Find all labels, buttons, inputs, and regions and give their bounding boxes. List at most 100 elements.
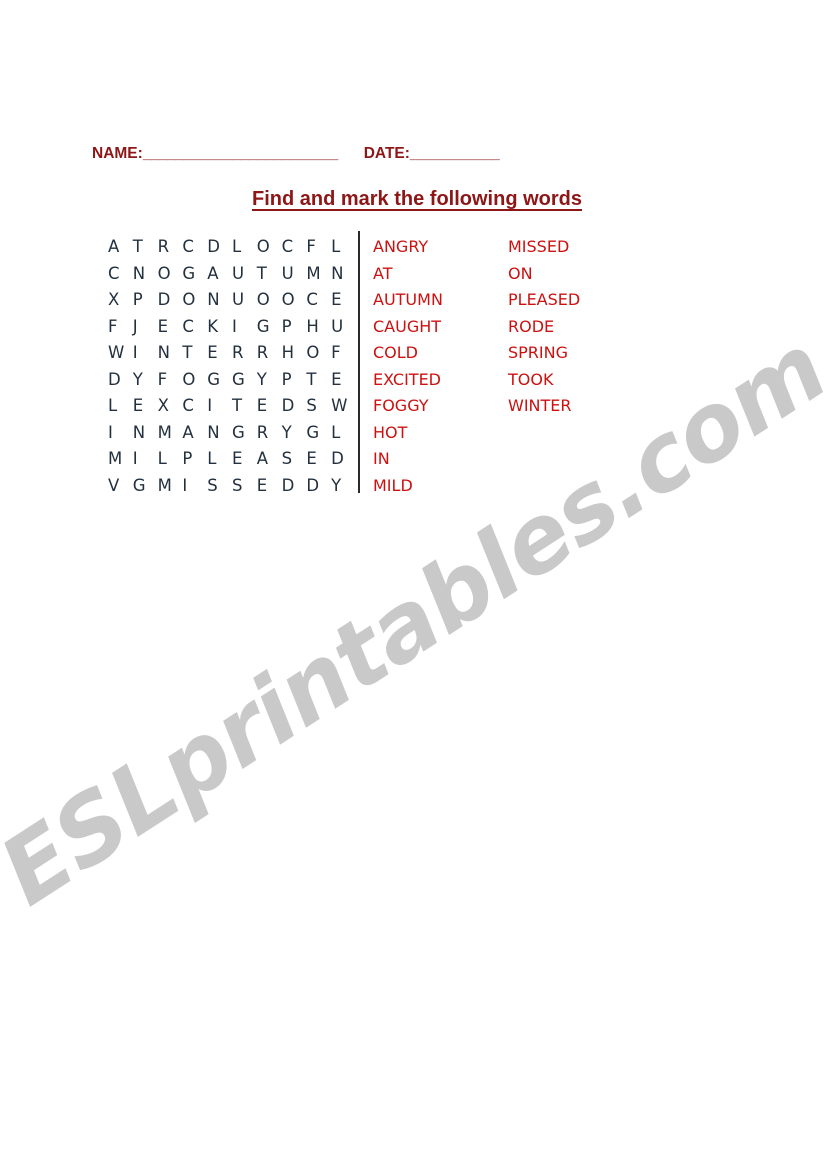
date-input-rule[interactable]: ___________: [410, 145, 500, 162]
grid-letter[interactable]: E: [207, 340, 232, 367]
grid-letter[interactable]: A: [257, 446, 282, 473]
grid-letter[interactable]: N: [207, 287, 232, 314]
grid-letter[interactable]: E: [133, 393, 158, 420]
grid-letter[interactable]: R: [158, 234, 183, 261]
grid-letter[interactable]: L: [108, 393, 133, 420]
grid-letter[interactable]: Y: [331, 473, 356, 500]
grid-letter[interactable]: N: [158, 340, 183, 367]
grid-letter[interactable]: D: [331, 446, 356, 473]
grid-letter[interactable]: L: [158, 446, 183, 473]
grid-letter[interactable]: O: [257, 287, 282, 314]
grid-letter[interactable]: E: [306, 446, 331, 473]
grid-letter[interactable]: O: [182, 287, 207, 314]
word-list-item[interactable]: IN: [373, 446, 508, 473]
grid-letter[interactable]: N: [133, 420, 158, 447]
grid-letter[interactable]: G: [133, 473, 158, 500]
grid-letter[interactable]: E: [331, 367, 356, 394]
word-list-item[interactable]: WINTER: [508, 393, 643, 420]
grid-letter[interactable]: F: [108, 314, 133, 341]
grid-letter[interactable]: E: [257, 473, 282, 500]
grid-letter[interactable]: D: [207, 234, 232, 261]
grid-letter[interactable]: I: [182, 473, 207, 500]
grid-letter[interactable]: O: [306, 340, 331, 367]
grid-letter[interactable]: I: [133, 340, 158, 367]
letter-grid[interactable]: ATRCDLOCFLCNOGAUTUMNXPDONUOOCEFJECKIGPHU…: [108, 234, 356, 499]
grid-letter[interactable]: P: [182, 446, 207, 473]
grid-letter[interactable]: C: [282, 234, 307, 261]
grid-letter[interactable]: T: [232, 393, 257, 420]
grid-letter[interactable]: C: [182, 393, 207, 420]
grid-letter[interactable]: X: [158, 393, 183, 420]
grid-letter[interactable]: Y: [282, 420, 307, 447]
word-list-item[interactable]: TOOK: [508, 367, 643, 394]
word-list-item[interactable]: CAUGHT: [373, 314, 508, 341]
grid-letter[interactable]: C: [182, 314, 207, 341]
grid-letter[interactable]: I: [232, 314, 257, 341]
grid-letter[interactable]: R: [257, 340, 282, 367]
grid-letter[interactable]: A: [207, 261, 232, 288]
grid-letter[interactable]: X: [108, 287, 133, 314]
grid-letter[interactable]: D: [282, 393, 307, 420]
grid-letter[interactable]: O: [282, 287, 307, 314]
word-list-item[interactable]: EXCITED: [373, 367, 508, 394]
grid-letter[interactable]: R: [232, 340, 257, 367]
grid-letter[interactable]: C: [182, 234, 207, 261]
word-list-item[interactable]: AT: [373, 261, 508, 288]
grid-letter[interactable]: T: [306, 367, 331, 394]
grid-letter[interactable]: D: [158, 287, 183, 314]
word-list-item[interactable]: COLD: [373, 340, 508, 367]
grid-letter[interactable]: F: [158, 367, 183, 394]
grid-letter[interactable]: U: [282, 261, 307, 288]
grid-letter[interactable]: N: [331, 261, 356, 288]
grid-letter[interactable]: G: [232, 420, 257, 447]
word-list-item[interactable]: ANGRY: [373, 234, 508, 261]
grid-letter[interactable]: T: [133, 234, 158, 261]
grid-letter[interactable]: M: [158, 420, 183, 447]
grid-letter[interactable]: A: [182, 420, 207, 447]
grid-letter[interactable]: L: [232, 234, 257, 261]
grid-letter[interactable]: I: [108, 420, 133, 447]
grid-letter[interactable]: T: [257, 261, 282, 288]
grid-letter[interactable]: C: [306, 287, 331, 314]
grid-letter[interactable]: U: [331, 314, 356, 341]
grid-letter[interactable]: G: [207, 367, 232, 394]
word-list-item[interactable]: RODE: [508, 314, 643, 341]
word-list-item[interactable]: MILD: [373, 473, 508, 500]
grid-letter[interactable]: G: [257, 314, 282, 341]
grid-letter[interactable]: W: [108, 340, 133, 367]
grid-letter[interactable]: W: [331, 393, 356, 420]
grid-letter[interactable]: C: [108, 261, 133, 288]
grid-letter[interactable]: R: [257, 420, 282, 447]
grid-letter[interactable]: P: [282, 314, 307, 341]
grid-letter[interactable]: M: [108, 446, 133, 473]
grid-letter[interactable]: Y: [257, 367, 282, 394]
grid-letter[interactable]: G: [232, 367, 257, 394]
grid-letter[interactable]: O: [158, 261, 183, 288]
name-input-rule[interactable]: ________________________: [143, 145, 338, 162]
grid-letter[interactable]: F: [331, 340, 356, 367]
grid-letter[interactable]: M: [306, 261, 331, 288]
grid-letter[interactable]: O: [182, 367, 207, 394]
grid-letter[interactable]: S: [306, 393, 331, 420]
grid-letter[interactable]: F: [306, 234, 331, 261]
grid-letter[interactable]: I: [207, 393, 232, 420]
grid-letter[interactable]: S: [232, 473, 257, 500]
word-list-item[interactable]: HOT: [373, 420, 508, 447]
grid-letter[interactable]: P: [282, 367, 307, 394]
word-list-item[interactable]: AUTUMN: [373, 287, 508, 314]
grid-letter[interactable]: H: [282, 340, 307, 367]
grid-letter[interactable]: E: [232, 446, 257, 473]
grid-letter[interactable]: D: [306, 473, 331, 500]
grid-letter[interactable]: A: [108, 234, 133, 261]
grid-letter[interactable]: E: [331, 287, 356, 314]
word-list-item[interactable]: PLEASED: [508, 287, 643, 314]
grid-letter[interactable]: L: [331, 420, 356, 447]
grid-letter[interactable]: N: [133, 261, 158, 288]
grid-letter[interactable]: E: [257, 393, 282, 420]
word-list-item[interactable]: SPRING: [508, 340, 643, 367]
grid-letter[interactable]: K: [207, 314, 232, 341]
grid-letter[interactable]: P: [133, 287, 158, 314]
grid-letter[interactable]: D: [282, 473, 307, 500]
grid-letter[interactable]: T: [182, 340, 207, 367]
word-list-item[interactable]: FOGGY: [373, 393, 508, 420]
